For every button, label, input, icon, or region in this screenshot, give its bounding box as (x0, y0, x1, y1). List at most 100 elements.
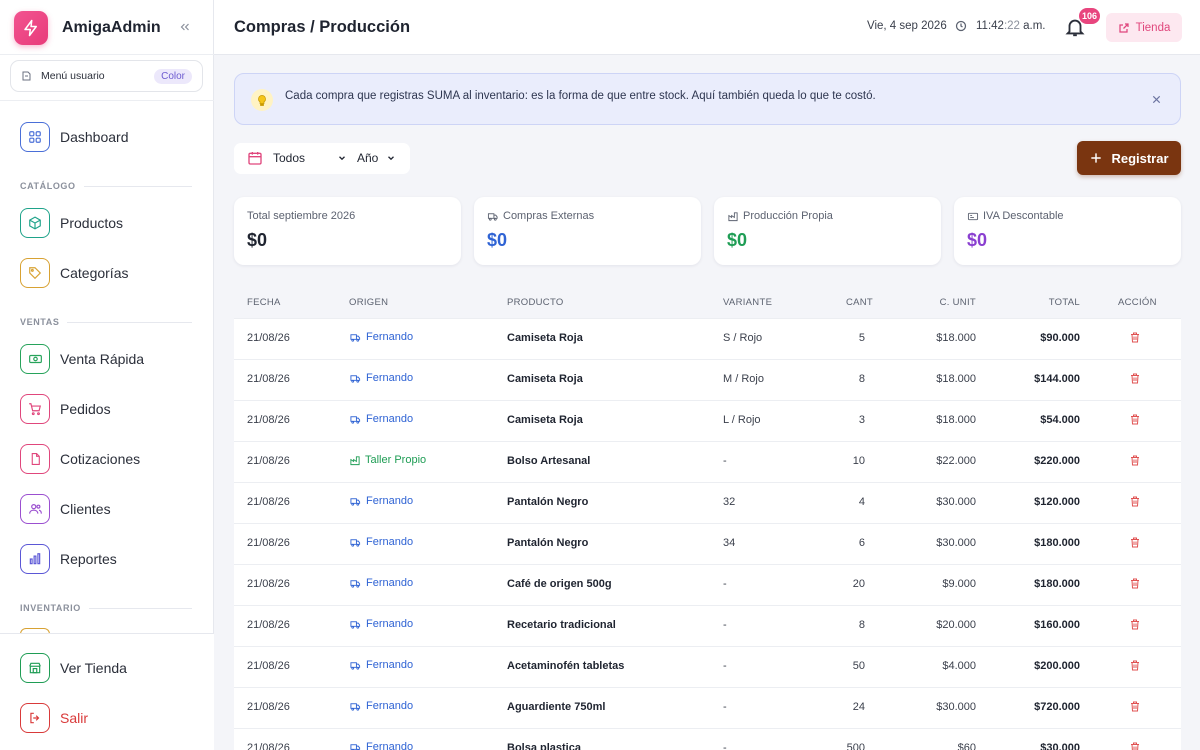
column-header-total: TOTAL (1048, 297, 1080, 308)
cell-variant: - (723, 660, 727, 672)
cell-date: 21/08/26 (247, 496, 290, 508)
cell-qty: 4 (858, 496, 865, 508)
sidebar-item-dashboard[interactable]: Dashboard (20, 121, 129, 153)
store-button[interactable]: Tienda (1106, 13, 1182, 42)
truck-icon (350, 497, 361, 506)
cell-variant: - (723, 742, 727, 750)
divider (0, 54, 214, 55)
cell-origin: Fernando (349, 495, 413, 507)
origin-label: Fernando (366, 741, 414, 750)
store-button-label: Tienda (1135, 21, 1171, 34)
delete-row-button[interactable] (1129, 700, 1143, 715)
trash-icon (1131, 619, 1139, 630)
range-select[interactable]: Todos (273, 151, 347, 165)
collapse-sidebar-button[interactable] (176, 18, 194, 36)
stat-label-row: Producción Propia (727, 210, 833, 222)
delete-row-button[interactable] (1129, 331, 1143, 346)
table-row: 21/08/26 Fernando Pantalón Negro 32 4 $30.000… (234, 482, 1181, 523)
table-row: 21/08/26 Taller Propio Bolso Artesanal - 10 $… (234, 441, 1181, 482)
sidebar: AmigaAdmin Menú usuario Color Dashboard … (0, 0, 214, 750)
cell-date: 21/08/26 (247, 373, 290, 385)
cell-date: 21/08/26 (247, 414, 290, 426)
sidebar-item-cotizaciones[interactable]: Cotizaciones (20, 443, 140, 475)
sidebar-item-venta-rapida[interactable]: Venta Rápida (20, 343, 144, 375)
range-select-value: Todos (273, 151, 306, 165)
table-row: 21/08/26 Fernando Acetaminofén tabletas - 50… (234, 646, 1181, 687)
time-suffix: a.m. (1019, 20, 1046, 32)
sidebar-item-salir[interactable]: Salir (20, 702, 88, 734)
cell-origin: Fernando (349, 618, 413, 630)
column-header-date: FECHA (247, 297, 281, 308)
sidebar-item-clientes[interactable]: Clientes (20, 493, 111, 525)
cell-variant: L / Rojo (723, 414, 761, 426)
cell-date: 21/08/26 (247, 455, 290, 467)
info-banner: Cada compra que registras SUMA al invent… (234, 73, 1181, 125)
sidebar-item-label: Categorías (60, 265, 129, 281)
cell-qty: 10 (852, 455, 865, 467)
sidebar-item-label: Dashboard (60, 129, 129, 145)
trash-icon (1131, 332, 1139, 343)
cell-variant: 32 (723, 496, 736, 508)
delete-row-button[interactable] (1129, 536, 1143, 551)
delete-row-button[interactable] (1129, 495, 1143, 510)
stat-card-iva: IVA Descontable $0 (954, 197, 1181, 265)
sidebar-item-categorias[interactable]: Categorías (20, 257, 128, 289)
sidebar-item-label: Clientes (60, 501, 111, 517)
sidebar-item-pedidos[interactable]: Pedidos (20, 393, 111, 425)
time-hours-minutes: 11:42 (976, 20, 1004, 32)
delete-row-button[interactable] (1129, 741, 1143, 750)
sidebar-item-reportes[interactable]: Reportes (20, 543, 117, 575)
table-row: 21/08/26 Fernando Pantalón Negro 34 6 $30.000… (234, 523, 1181, 564)
truck-icon (350, 661, 361, 670)
logout-icon (20, 703, 50, 733)
sidebar-item-productos[interactable]: Productos (20, 207, 123, 239)
table-row: 21/08/26 Fernando Bolsa plastica - 500 $60 $30… (234, 728, 1181, 750)
banner-text: Cada compra que registras SUMA al invent… (285, 90, 876, 102)
chevrons-left-icon (180, 23, 189, 31)
cell-unit-cost: $30.000 (936, 496, 976, 508)
cell-origin: Taller Propio (349, 454, 426, 466)
origin-label: Fernando (366, 536, 414, 548)
cell-product: Pantalón Negro (507, 496, 589, 508)
banner-close-button[interactable] (1147, 90, 1165, 108)
cell-qty: 8 (858, 619, 865, 631)
cell-variant: - (723, 619, 727, 631)
cell-unit-cost: $18.000 (936, 414, 976, 426)
delete-row-button[interactable] (1129, 577, 1143, 592)
truck-icon (350, 620, 361, 629)
delete-row-button[interactable] (1129, 413, 1143, 428)
section-label-sales: VENTAS (20, 317, 192, 327)
trash-icon (1131, 537, 1139, 548)
cell-total: $220.000 (1034, 455, 1080, 467)
cell-variant: - (723, 701, 727, 713)
trash-icon (1131, 742, 1139, 750)
period-select[interactable]: Año (357, 151, 396, 165)
plus-icon (1091, 153, 1102, 163)
external-link-icon (1119, 22, 1129, 33)
truck-icon (350, 702, 361, 711)
table-row: 21/08/26 Fernando Recetario tradicional - 8 $… (234, 605, 1181, 646)
delete-row-button[interactable] (1129, 618, 1143, 633)
stat-label-row: IVA Descontable (967, 210, 1064, 222)
file-icon (20, 444, 50, 474)
sidebar-item-ver-tienda[interactable]: Ver Tienda (20, 652, 127, 684)
delete-row-button[interactable] (1129, 372, 1143, 387)
stat-label: Compras Externas (503, 210, 595, 222)
truck-icon (350, 579, 361, 588)
cart-icon (20, 394, 50, 424)
register-button[interactable]: Registrar (1077, 141, 1181, 175)
origin-label: Fernando (366, 331, 414, 343)
user-menu-button[interactable]: Menú usuario Color (10, 60, 203, 92)
color-badge[interactable]: Color (154, 68, 192, 84)
delete-row-button[interactable] (1129, 454, 1143, 469)
header-date: Vie, 4 sep 2026 (867, 20, 947, 32)
origin-label: Fernando (366, 413, 414, 425)
truck-icon (350, 743, 361, 750)
cell-qty: 3 (858, 414, 865, 426)
delete-row-button[interactable] (1129, 659, 1143, 674)
cell-unit-cost: $20.000 (936, 619, 976, 631)
stat-label: Producción Propia (743, 210, 833, 222)
cell-variant: 34 (723, 537, 736, 549)
cell-variant: - (723, 455, 727, 467)
cell-origin: Fernando (349, 372, 413, 384)
